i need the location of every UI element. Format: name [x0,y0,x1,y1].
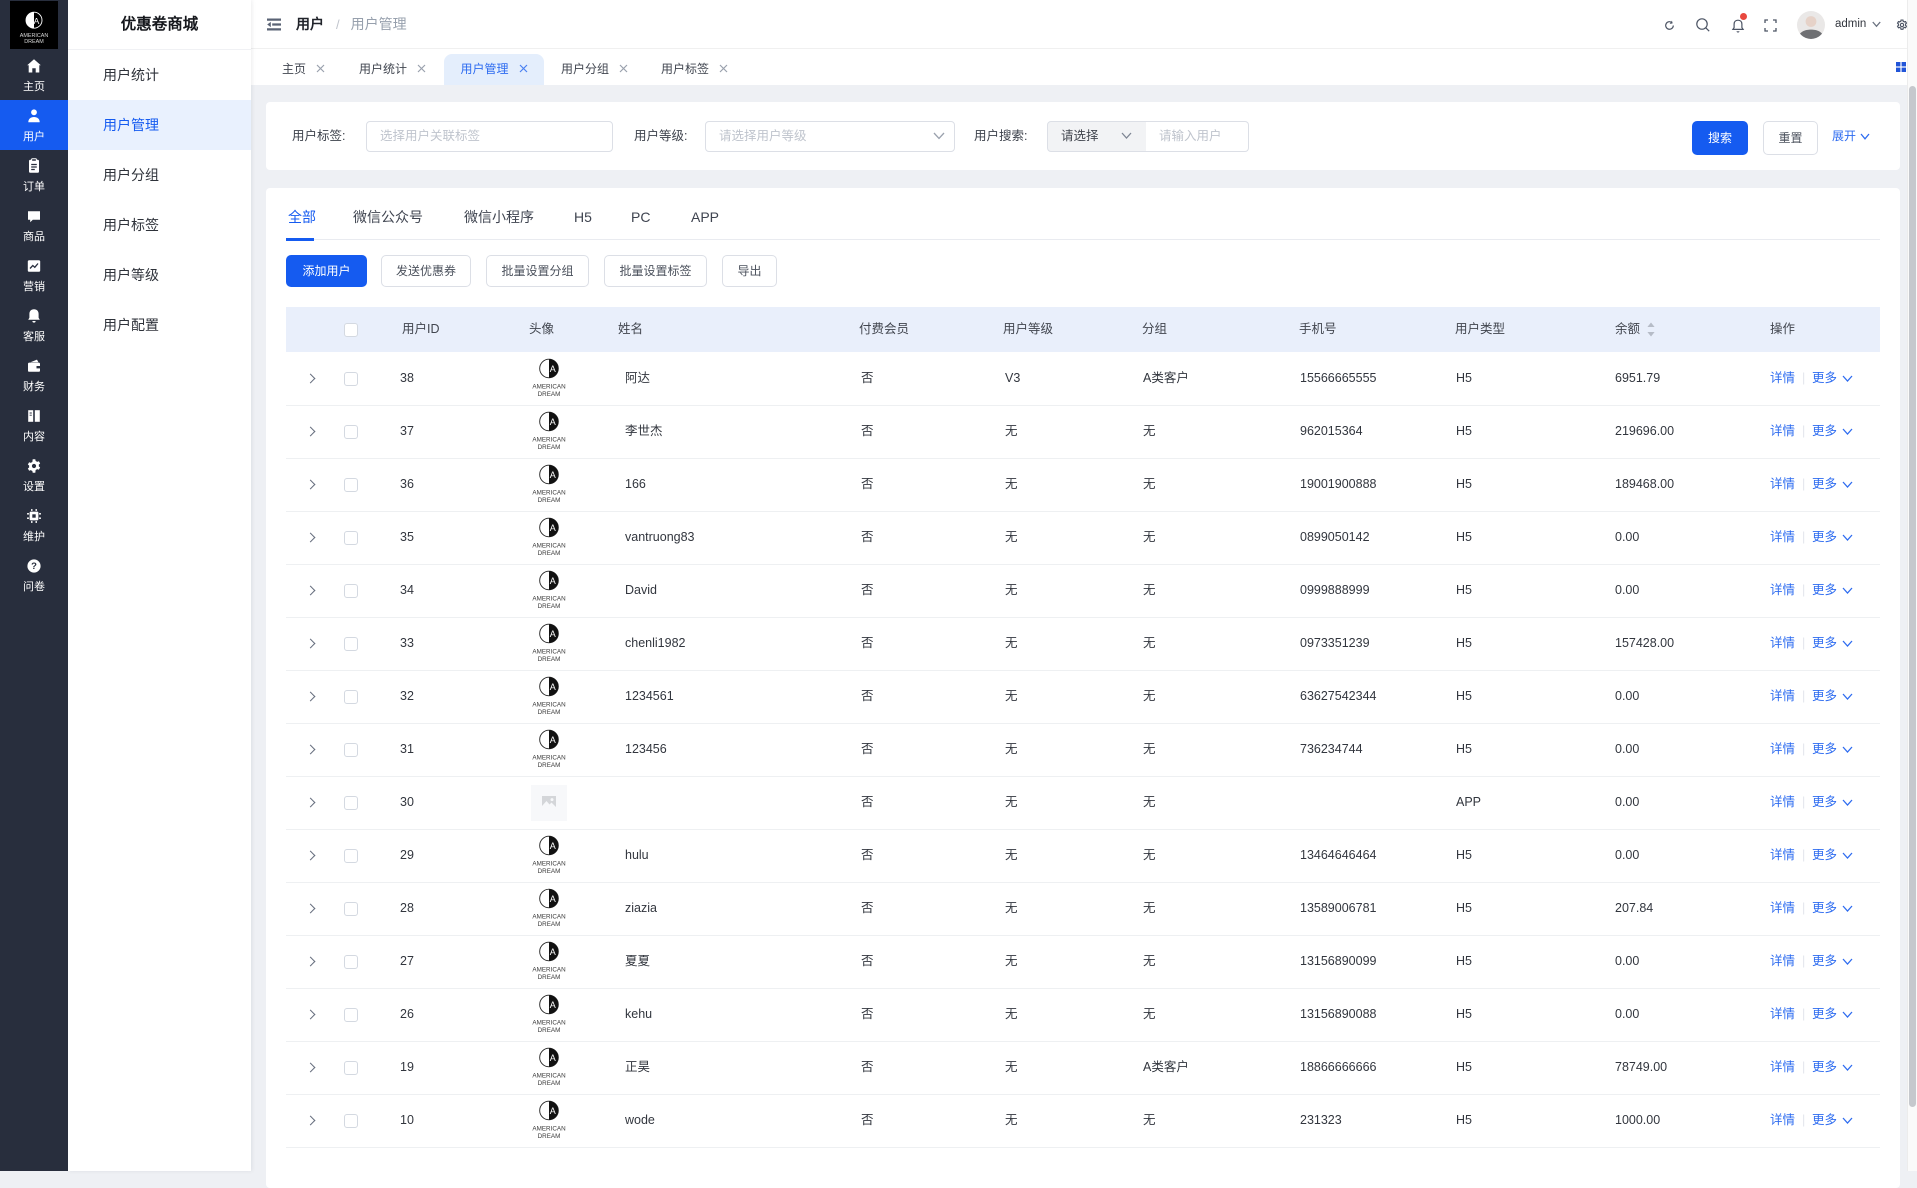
svg-text:DREAM: DREAM [538,391,561,398]
svg-text:A: A [550,629,556,639]
svg-text:AMERICAN: AMERICAN [532,649,566,656]
svg-text:AMERICAN: AMERICAN [532,1126,566,1133]
svg-text:DREAM: DREAM [538,921,561,928]
svg-text:DREAM: DREAM [538,444,561,451]
svg-text:AMERICAN: AMERICAN [532,755,566,762]
svg-text:A: A [550,947,556,957]
svg-text:A: A [34,16,40,26]
svg-text:?: ? [31,561,37,572]
svg-text:AMERICAN: AMERICAN [532,702,566,709]
svg-text:A: A [550,576,556,586]
svg-text:DREAM: DREAM [538,656,561,663]
svg-text:AMERICAN: AMERICAN [532,384,566,391]
svg-text:AMERICAN: AMERICAN [532,543,566,550]
svg-text:DREAM: DREAM [538,1027,561,1034]
svg-text:A: A [550,364,556,374]
svg-text:AMERICAN: AMERICAN [532,596,566,603]
svg-text:A: A [550,1053,556,1063]
svg-text:DREAM: DREAM [538,497,561,504]
svg-text:A: A [550,523,556,533]
svg-text:A: A [550,841,556,851]
svg-text:A: A [550,417,556,427]
svg-text:A: A [550,682,556,692]
svg-text:AMERICAN: AMERICAN [532,1020,566,1027]
svg-text:DREAM: DREAM [538,868,561,875]
svg-text:AMERICAN: AMERICAN [532,1073,566,1080]
svg-text:DREAM: DREAM [538,1080,561,1087]
svg-text:DREAM: DREAM [538,974,561,981]
svg-text:AMERICAN: AMERICAN [532,914,566,921]
svg-text:A: A [550,1000,556,1010]
svg-text:DREAM: DREAM [538,603,561,610]
svg-text:A: A [550,1106,556,1116]
svg-text:AMERICAN: AMERICAN [532,437,566,444]
svg-text:A: A [550,735,556,745]
svg-text:DREAM: DREAM [538,762,561,769]
svg-text:DREAM: DREAM [538,709,561,716]
svg-text:A: A [550,894,556,904]
svg-text:AMERICAN: AMERICAN [532,967,566,974]
svg-text:AMERICAN: AMERICAN [532,861,566,868]
svg-text:DREAM: DREAM [538,550,561,557]
svg-text:DREAM: DREAM [538,1133,561,1140]
svg-text:A: A [550,470,556,480]
svg-text:DREAM: DREAM [24,39,44,45]
svg-text:AMERICAN: AMERICAN [532,490,566,497]
